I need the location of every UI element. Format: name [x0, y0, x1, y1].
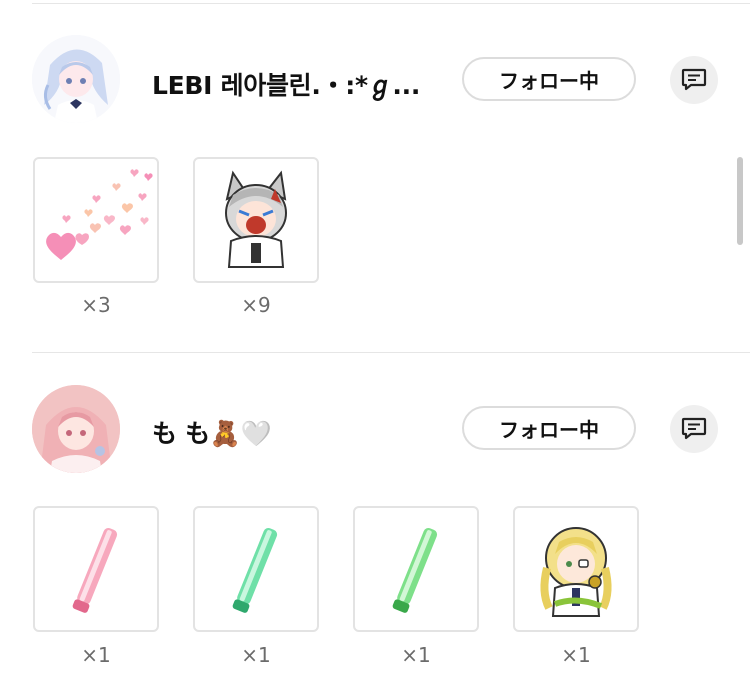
scrollbar[interactable]	[737, 157, 743, 245]
green-glowstick-icon	[232, 528, 278, 613]
user-row-2: も も🧸🤍 フォロー中	[0, 380, 750, 480]
hearts-sticker-icon	[46, 169, 153, 260]
wolf-character-sticker-icon	[225, 170, 287, 268]
divider-top	[32, 3, 750, 4]
gift-count: ×1	[401, 643, 431, 667]
avatar[interactable]	[32, 35, 120, 123]
green-glowstick-icon	[392, 528, 438, 613]
gift-count: ×3	[81, 293, 111, 317]
gift-count: ×9	[241, 293, 271, 317]
gift-item-hearts[interactable]	[33, 157, 159, 283]
blonde-character-sticker-icon	[540, 527, 612, 617]
gift-item-blonde-sticker[interactable]	[513, 506, 639, 632]
chat-bubble-icon	[681, 417, 707, 440]
following-button[interactable]: フォロー中	[462, 57, 636, 101]
gift-count: ×1	[561, 643, 591, 667]
following-button[interactable]: フォロー中	[462, 406, 636, 450]
gift-item-pink-glowstick[interactable]	[33, 506, 159, 632]
pink-glowstick-icon	[72, 528, 118, 613]
user-name[interactable]: も も🧸🤍	[152, 414, 271, 450]
chat-bubble-icon	[681, 68, 707, 91]
gift-item-green-glowstick[interactable]	[193, 506, 319, 632]
gift-count: ×1	[81, 643, 111, 667]
gift-item-wolf-sticker[interactable]	[193, 157, 319, 283]
avatar[interactable]	[32, 385, 120, 473]
user-name[interactable]: LEBI 레아블린.・:*ℊ...	[152, 66, 420, 102]
gift-count: ×1	[241, 643, 271, 667]
message-button[interactable]	[670, 405, 718, 453]
divider	[32, 352, 750, 353]
user-row-1: LEBI 레아블린.・:*ℊ... フォロー中	[0, 32, 750, 132]
gift-item-green-glowstick[interactable]	[353, 506, 479, 632]
message-button[interactable]	[670, 56, 718, 104]
